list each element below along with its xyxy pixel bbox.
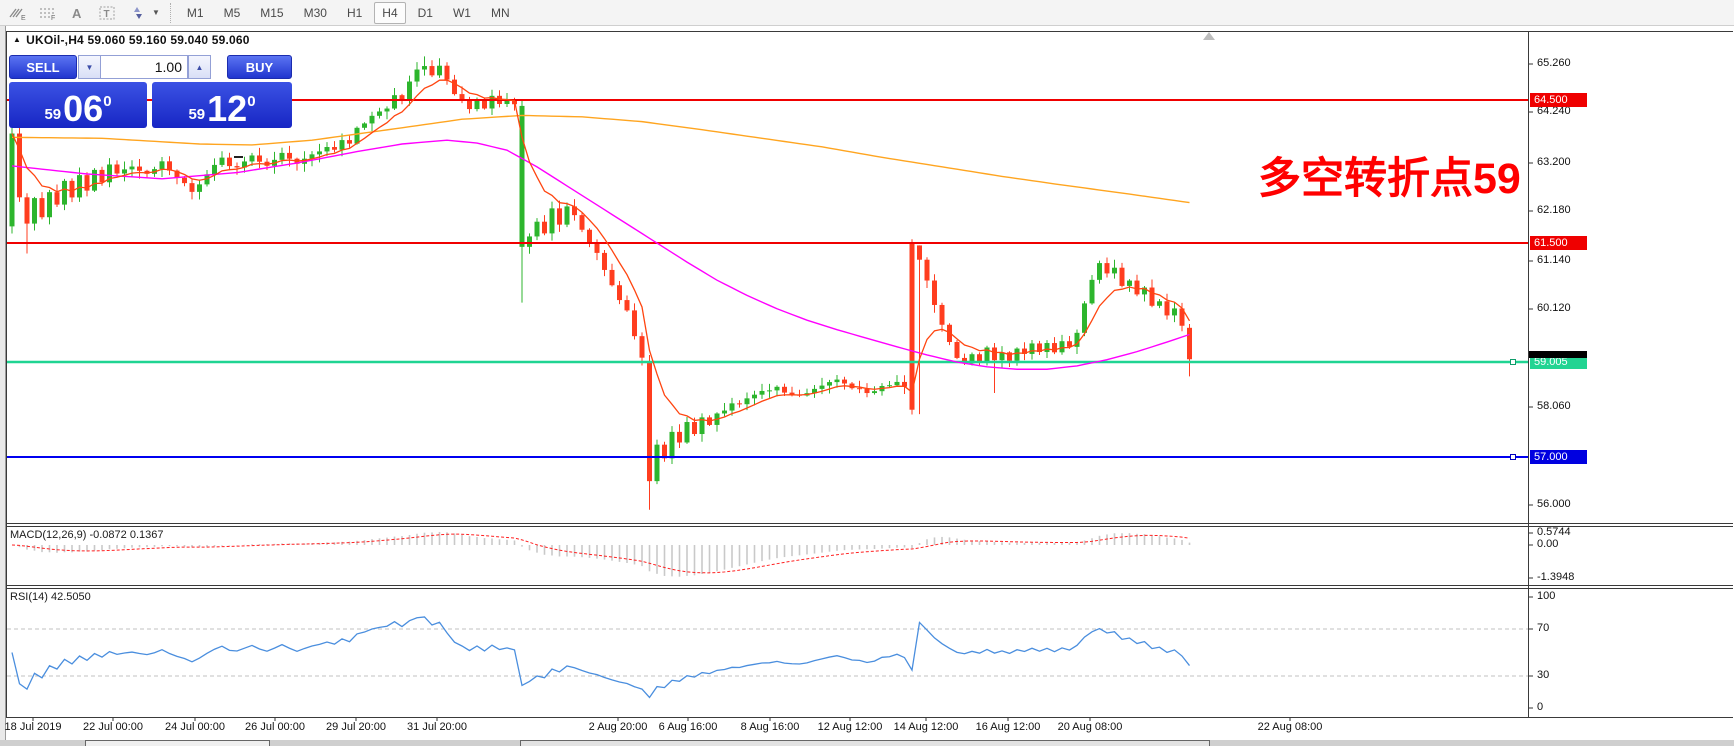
- time-axis-label: 22 Aug 08:00: [1258, 721, 1323, 733]
- price-badge: 61.500: [1530, 236, 1587, 250]
- sell-price-box[interactable]: 59 06 0: [9, 82, 147, 128]
- taskbar-fragment: [520, 740, 1210, 746]
- price-axis-label: 56.000: [1537, 498, 1571, 510]
- one-click-trading-panel: SELL ▼ ▲ BUY 59 06 0 59 12 0: [9, 55, 292, 128]
- rsi-separator-a[interactable]: [6, 585, 1733, 586]
- chart-toolbar: E F A T ▼ M1M5M15M30H1H4D1W1MN: [0, 0, 1734, 26]
- timeframe-button-m30[interactable]: M30: [296, 2, 335, 24]
- rsi-label: RSI(14) 42.5050: [10, 591, 91, 603]
- time-axis-label: 14 Aug 12:00: [894, 721, 959, 733]
- macd-separator-b: [6, 526, 1733, 527]
- macd-axis-label: -1.3948: [1537, 571, 1574, 583]
- rsi-axis-label: 70: [1537, 622, 1549, 634]
- volume-increment-button[interactable]: ▲: [188, 55, 211, 79]
- toolbar-separator: [170, 3, 171, 23]
- buy-price-main: 12: [207, 92, 247, 125]
- time-axis-label: 24 Jul 00:00: [165, 721, 225, 733]
- dash-marker: [234, 156, 243, 158]
- time-axis-label: 20 Aug 08:00: [1058, 721, 1123, 733]
- current-price-marker: [1529, 351, 1587, 358]
- grid-f-icon[interactable]: F: [34, 2, 60, 24]
- macd-label: MACD(12,26,9) -0.0872 0.1367: [10, 529, 163, 541]
- buy-price-box[interactable]: 59 12 0: [152, 82, 292, 128]
- price-axis-label: 58.060: [1537, 400, 1571, 412]
- sell-price-sup: 0: [103, 82, 111, 122]
- rsi-axis-label: 0: [1537, 701, 1543, 713]
- time-axis-label: 8 Aug 16:00: [741, 721, 800, 733]
- time-axis-label: 16 Aug 12:00: [976, 721, 1041, 733]
- timeframe-button-m1[interactable]: M1: [179, 2, 212, 24]
- hatch-e-icon[interactable]: E: [4, 2, 30, 24]
- chart-title: ▲ UKOil-,H4 59.060 59.160 59.040 59.060: [13, 33, 250, 47]
- sell-price-main: 06: [63, 92, 103, 125]
- price-axis-line: [1528, 31, 1529, 718]
- hline-handle-blue[interactable]: [1510, 454, 1516, 460]
- macd-axis-label: 0.00: [1537, 538, 1558, 550]
- mt4-window: E F A T ▼ M1M5M15M30H1H4D1W1MN: [0, 0, 1734, 746]
- svg-text:T: T: [104, 9, 110, 20]
- price-axis-label: 63.200: [1537, 156, 1571, 168]
- time-axis-label: 18 Jul 2019: [5, 721, 62, 733]
- timeframe-group: M1M5M15M30H1H4D1W1MN: [177, 4, 520, 22]
- taskbar-fragment: [85, 740, 270, 746]
- sell-button[interactable]: SELL: [9, 55, 77, 79]
- text-label-icon[interactable]: A: [64, 2, 90, 24]
- dropdown-caret-icon[interactable]: ▼: [152, 8, 160, 17]
- time-axis-label: 29 Jul 20:00: [326, 721, 386, 733]
- volume-input[interactable]: [101, 55, 188, 79]
- sort-arrows-icon[interactable]: [124, 2, 150, 24]
- text-box-icon[interactable]: T: [94, 2, 120, 24]
- timeframe-button-w1[interactable]: W1: [445, 2, 479, 24]
- timeframe-button-m15[interactable]: M15: [252, 2, 291, 24]
- time-axis-label: 31 Jul 20:00: [407, 721, 467, 733]
- buy-button[interactable]: BUY: [227, 55, 292, 79]
- rsi-axis-label: 30: [1537, 669, 1549, 681]
- price-axis-label: 65.260: [1537, 57, 1571, 69]
- timeframe-button-mn[interactable]: MN: [483, 2, 518, 24]
- svg-text:A: A: [72, 6, 82, 21]
- timeframe-button-h1[interactable]: H1: [339, 2, 370, 24]
- sell-price-prefix: 59: [44, 105, 61, 125]
- buy-price-sup: 0: [247, 82, 255, 122]
- timeframe-button-m5[interactable]: M5: [216, 2, 249, 24]
- time-axis-label: 26 Jul 00:00: [245, 721, 305, 733]
- volume-decrement-button[interactable]: ▼: [78, 55, 101, 79]
- time-axis-label: 22 Jul 00:00: [83, 721, 143, 733]
- chart-frame-left: [6, 31, 7, 718]
- macd-axis-label: 0.5744: [1537, 526, 1571, 538]
- bottom-window-strip: [0, 740, 1734, 746]
- time-axis-label: 12 Aug 12:00: [818, 721, 883, 733]
- price-axis-label: 62.180: [1537, 204, 1571, 216]
- hline-handle-green[interactable]: [1510, 359, 1516, 365]
- chart-frame-top: [6, 31, 1733, 32]
- time-axis-label: 6 Aug 16:00: [659, 721, 718, 733]
- price-badge: 57.000: [1530, 450, 1587, 464]
- price-axis-label: 60.120: [1537, 302, 1571, 314]
- symbol-ohlc-text: UKOil-,H4 59.060 59.160 59.040 59.060: [26, 33, 250, 47]
- price-axis-label: 61.140: [1537, 254, 1571, 266]
- timeframe-button-h4[interactable]: H4: [374, 2, 405, 24]
- collapse-arrow-icon[interactable]: ▲: [13, 35, 21, 44]
- rsi-axis-label: 100: [1537, 590, 1555, 602]
- price-badge: 64.500: [1530, 93, 1587, 107]
- svg-text:F: F: [51, 15, 55, 21]
- rsi-separator-b: [6, 588, 1733, 589]
- timeframe-button-d1[interactable]: D1: [410, 2, 441, 24]
- svg-text:E: E: [21, 15, 26, 21]
- chart-shift-triangle-icon[interactable]: [1203, 32, 1215, 40]
- buy-price-prefix: 59: [188, 105, 205, 125]
- window-left-edge: [0, 26, 6, 746]
- time-axis-label: 2 Aug 20:00: [589, 721, 648, 733]
- macd-separator-a[interactable]: [6, 523, 1733, 524]
- time-axis-line: [6, 717, 1733, 718]
- chart-text-annotation: 多空转折点59: [1258, 144, 1521, 206]
